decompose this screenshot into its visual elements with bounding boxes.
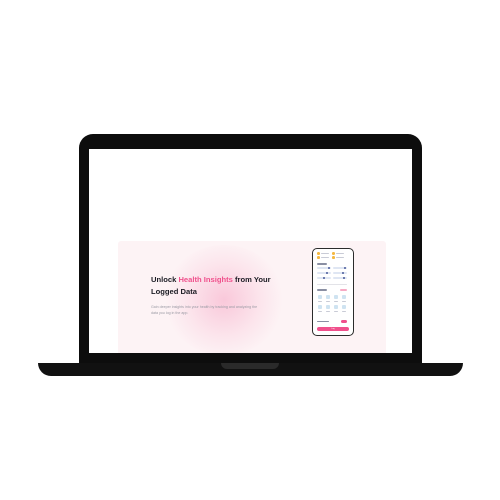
- hero-title-accent: Health Insights: [178, 275, 233, 284]
- phone-tile-label: [318, 300, 322, 302]
- phone-tile-label: [342, 310, 346, 312]
- symptom-tile-icon: [334, 305, 338, 309]
- phone-divider: [317, 284, 347, 285]
- phone-label-bar: [321, 256, 329, 259]
- symptom-tile-icon: [318, 295, 322, 299]
- phone-tile-label: [342, 300, 346, 302]
- laptop-notch: [221, 363, 279, 369]
- phone-tile-label: [326, 310, 330, 312]
- phone-label-bar: [336, 256, 344, 259]
- phone-section-heading: [317, 263, 327, 265]
- mood-icon: [332, 256, 335, 259]
- phone-slider: [333, 272, 347, 275]
- phone-link: [340, 289, 347, 291]
- phone-section-heading: [317, 289, 327, 291]
- phone-label-bar: [336, 252, 344, 255]
- hero-description: Gain deeper insights into your health by…: [151, 305, 258, 315]
- mood-icon: [317, 252, 320, 255]
- phone-toggle: [341, 320, 347, 323]
- symptom-tile-icon: [342, 295, 346, 299]
- hero-title-prefix: Unlock: [151, 275, 179, 284]
- symptom-tile-icon: [334, 295, 338, 299]
- phone-tile-label: [334, 310, 338, 312]
- phone-tile-label: [326, 300, 330, 302]
- laptop-base: [38, 363, 463, 376]
- hero-section: Unlock Health Insights from Your Logged …: [118, 241, 386, 353]
- hero-glow-decoration: [164, 245, 284, 353]
- phone-cta-label: Log: [331, 328, 335, 330]
- mood-icon: [317, 256, 320, 259]
- phone-toggle-label: [317, 320, 329, 323]
- phone-slider: [317, 272, 331, 275]
- phone-tile-label: [318, 310, 322, 312]
- mood-icon: [332, 252, 335, 255]
- phone-label-bar: [321, 252, 329, 255]
- phone-mockup: Log: [312, 248, 354, 336]
- symptom-tile-icon: [342, 305, 346, 309]
- laptop-screen: Unlock Health Insights from Your Logged …: [89, 149, 412, 353]
- symptom-tile-icon: [326, 295, 330, 299]
- symptom-tile-icon: [326, 305, 330, 309]
- symptom-tile-icon: [318, 305, 322, 309]
- hero-title: Unlock Health Insights from Your Logged …: [151, 274, 291, 297]
- laptop-lid: Unlock Health Insights from Your Logged …: [79, 134, 422, 368]
- phone-tile-label: [334, 300, 338, 302]
